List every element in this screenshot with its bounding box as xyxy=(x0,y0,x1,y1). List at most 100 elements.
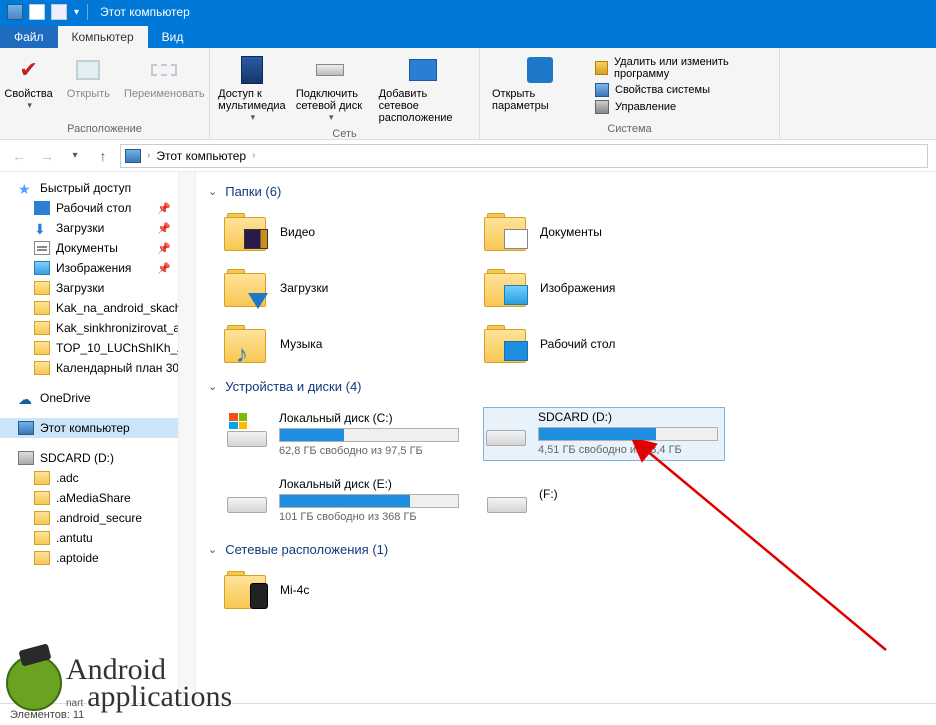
folder-documents[interactable]: Документы xyxy=(484,213,724,251)
sidebar-folder-2[interactable]: Kak_sinkhronizirovat_android xyxy=(0,318,195,338)
tab-file[interactable]: Файл xyxy=(0,26,58,48)
sysprops-label: Свойства системы xyxy=(615,84,710,96)
group-network-label: Сеть xyxy=(332,126,356,140)
media-icon xyxy=(236,54,268,86)
sidebar-sdcard[interactable]: SDCARD (D:) xyxy=(0,448,195,468)
chevron-right-icon[interactable]: › xyxy=(145,150,152,161)
sdcard-label: SDCARD (D:) xyxy=(40,451,114,465)
uninstall-label: Удалить или изменить программу xyxy=(614,56,773,80)
breadcrumb-this-pc[interactable]: Этот компьютер xyxy=(152,149,250,163)
onedrive-label: OneDrive xyxy=(40,391,91,405)
media-label: Доступ к мультимедиа xyxy=(218,88,286,112)
sidebar-sd-1[interactable]: .adc xyxy=(0,468,195,488)
qat-icon-2[interactable] xyxy=(51,4,67,20)
sidebar-sd-3[interactable]: .android_secure xyxy=(0,508,195,528)
pictures-label: Изображения xyxy=(56,261,131,275)
sidebar-documents[interactable]: Документы📌 xyxy=(0,238,195,258)
sidebar-onedrive[interactable]: ☁OneDrive xyxy=(0,388,195,408)
addnet-icon xyxy=(407,54,439,86)
desktop-icon xyxy=(34,201,50,215)
drive-c-free: 62,8 ГБ свободно из 97,5 ГБ xyxy=(279,445,461,457)
recent-dropdown[interactable]: ▾ xyxy=(64,145,86,167)
checkmark-icon: ✔ xyxy=(13,54,45,86)
system-properties-button[interactable]: Свойства системы xyxy=(595,83,773,97)
qat-icon-1[interactable] xyxy=(29,4,45,20)
manage-button[interactable]: Управление xyxy=(595,100,773,114)
folder-desktop[interactable]: Рабочий стол xyxy=(484,325,724,363)
drive-c[interactable]: Локальный диск (C:) 62,8 ГБ свободно из 9… xyxy=(224,408,464,460)
sidebar-this-pc[interactable]: Этот компьютер xyxy=(0,418,195,438)
scroll-up-icon[interactable]: ▴ xyxy=(187,172,192,183)
section-network-header[interactable]: ⌄Сетевые расположения (1) xyxy=(204,534,928,563)
drive-f[interactable]: (F:) xyxy=(484,474,724,526)
section-folders-header[interactable]: ⌄Папки (6) xyxy=(204,176,928,205)
drive-e[interactable]: Локальный диск (E:)101 ГБ свободно из 36… xyxy=(224,474,464,526)
properties-button[interactable]: ✔ Свойства ▾ xyxy=(0,52,59,113)
add-network-location-button[interactable]: Добавить сетевое расположение xyxy=(373,52,473,126)
open-icon xyxy=(72,54,104,86)
address-bar[interactable]: › Этот компьютер › xyxy=(120,144,928,168)
download-icon: ⬇ xyxy=(34,221,50,235)
open-settings-button[interactable]: Открыть параметры xyxy=(486,52,593,114)
uninstall-program-button[interactable]: Удалить или изменить программу xyxy=(595,56,773,80)
navigation-bar: ← → ▾ ↑ › Этот компьютер › xyxy=(0,140,936,172)
window-icon xyxy=(7,4,23,20)
section-drives-label: Устройства и диски (4) xyxy=(225,379,361,394)
desktop-folder-icon xyxy=(484,325,526,363)
up-button[interactable]: ↑ xyxy=(92,145,114,167)
qat-dropdown-icon[interactable]: ▾ xyxy=(74,7,79,18)
drive-d-free: 4,51 ГБ свободно из 13,4 ГБ xyxy=(538,444,722,456)
chevron-right-icon[interactable]: › xyxy=(250,150,257,161)
s3-label: .android_secure xyxy=(56,511,142,525)
thispc-label: Этот компьютер xyxy=(40,421,130,435)
f1-label: Kak_na_android_skachat_video xyxy=(56,301,195,315)
section-drives-header[interactable]: ⌄ Устройства и диски (4) xyxy=(204,371,928,400)
manage-icon xyxy=(595,100,609,114)
sidebar-sd-2[interactable]: .aMediaShare xyxy=(0,488,195,508)
desktop-label: Рабочий стол xyxy=(56,201,131,215)
sidebar-pictures[interactable]: Изображения📌 xyxy=(0,258,195,278)
netdrive-icon xyxy=(314,54,346,86)
media-access-button[interactable]: Доступ к мультимедиа ▾ xyxy=(216,52,288,126)
drive-d-name: SDCARD (D:) xyxy=(538,410,722,424)
folder-icon xyxy=(34,281,50,295)
folder-downloads[interactable]: Загрузки xyxy=(224,269,464,307)
item-count: Элементов: 11 xyxy=(10,709,84,721)
downloads-folder-icon xyxy=(224,269,266,307)
sidebar-desktop[interactable]: Рабочий стол📌 xyxy=(0,198,195,218)
forward-button[interactable]: → xyxy=(36,145,58,167)
properties-label: Свойства xyxy=(4,88,52,100)
tab-view[interactable]: Вид xyxy=(148,26,198,48)
title-bar: ▾ Этот компьютер xyxy=(0,0,936,24)
sidebar-folder-1[interactable]: Kak_na_android_skachat_video xyxy=(0,298,195,318)
folder-video[interactable]: Видео xyxy=(224,213,464,251)
sidebar-sd-5[interactable]: .aptoide xyxy=(0,548,195,568)
folder-icon xyxy=(34,321,50,335)
back-button[interactable]: ← xyxy=(8,145,30,167)
desktop-label: Рабочий стол xyxy=(540,337,615,351)
tab-computer[interactable]: Компьютер xyxy=(58,26,148,48)
sidebar-sd-4[interactable]: .antutu xyxy=(0,528,195,548)
sysprops-icon xyxy=(595,83,609,97)
chevron-down-icon: ⌄ xyxy=(208,380,217,393)
map-network-drive-button[interactable]: Подключить сетевой диск ▾ xyxy=(290,52,371,126)
drive-c-name: Локальный диск (C:) xyxy=(279,411,461,425)
open-button: Открыть xyxy=(61,52,116,113)
folder-pictures[interactable]: Изображения xyxy=(484,269,724,307)
drive-d-sdcard[interactable]: SDCARD (D:) 4,51 ГБ свободно из 13,4 ГБ xyxy=(484,408,724,460)
pin-icon: 📌 xyxy=(157,242,171,255)
sidebar-downloads-2[interactable]: Загрузки xyxy=(0,278,195,298)
star-icon: ★ xyxy=(18,181,34,195)
folder-music[interactable]: ♪Музыка xyxy=(224,325,464,363)
drive-f-name: (F:) xyxy=(539,487,721,501)
sidebar-downloads[interactable]: ⬇Загрузки📌 xyxy=(0,218,195,238)
section-network-label: Сетевые расположения (1) xyxy=(225,542,388,557)
sidebar-quick-access[interactable]: ★Быстрый доступ xyxy=(0,178,195,198)
sidebar-folder-4[interactable]: Календарный план 30 школа xyxy=(0,358,195,378)
folder-icon xyxy=(34,361,50,375)
downloads2-label: Загрузки xyxy=(56,281,104,295)
drive-e-free: 101 ГБ свободно из 368 ГБ xyxy=(279,511,461,523)
network-device-mi4c[interactable]: Mi-4c xyxy=(224,571,928,609)
rename-icon xyxy=(148,54,180,86)
sidebar-folder-3[interactable]: TOP_10_LUChShIKh_ANDROID xyxy=(0,338,195,358)
